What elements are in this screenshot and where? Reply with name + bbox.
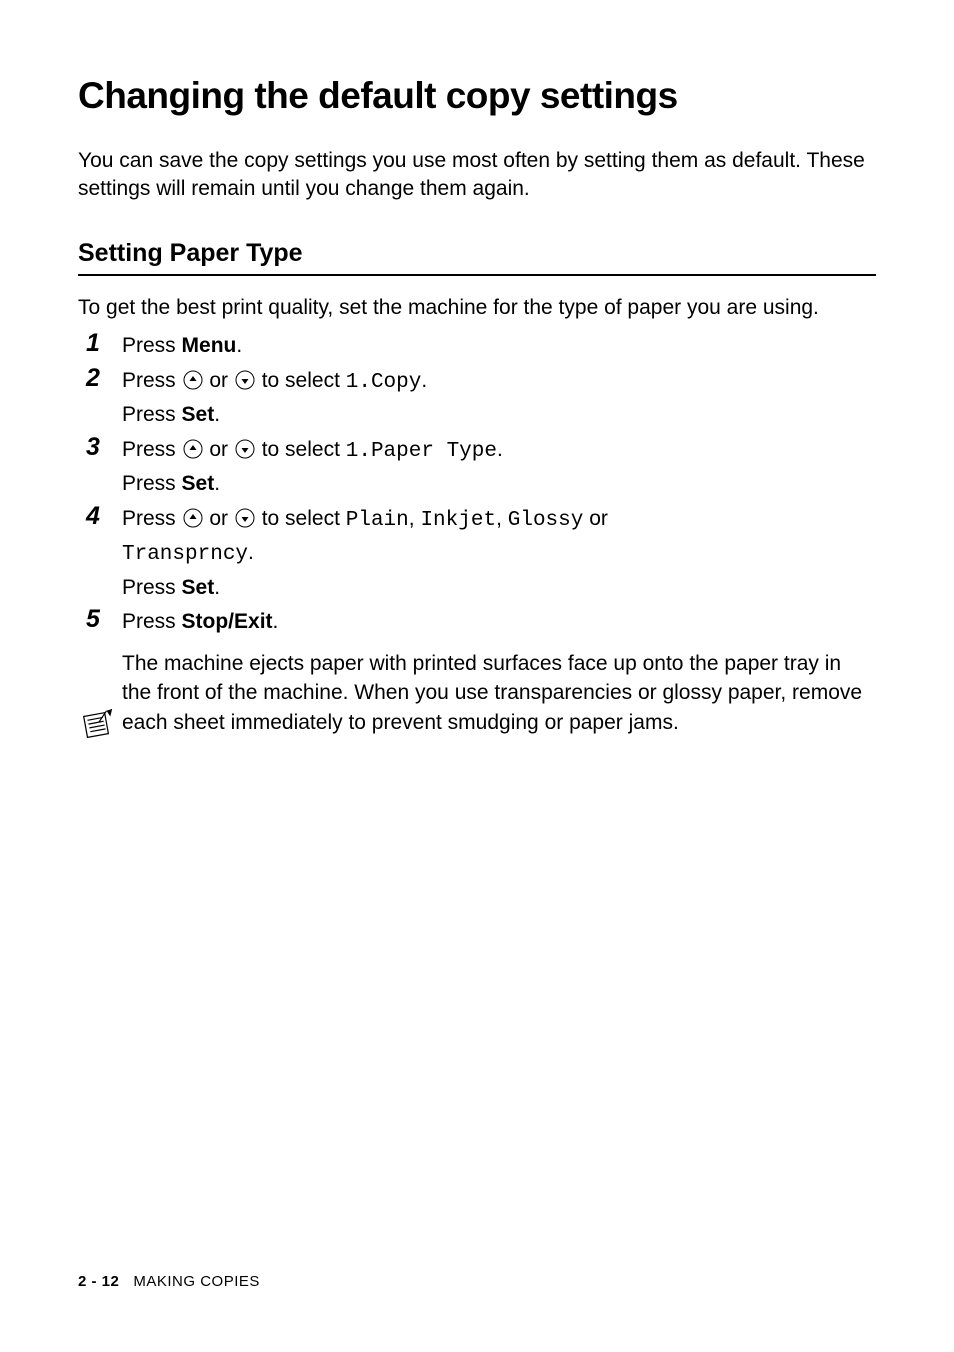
step-body: Press or to select Plain, Inkjet, Glossy…	[122, 503, 608, 605]
text: Press	[122, 438, 182, 461]
text: or	[204, 507, 234, 530]
page-number: 2 - 12	[78, 1273, 119, 1290]
menu-option: Glossy	[508, 509, 584, 532]
down-arrow-icon	[235, 508, 255, 528]
text: Press	[122, 334, 182, 357]
down-arrow-icon	[235, 439, 255, 459]
up-arrow-icon	[183, 439, 203, 459]
text: or	[204, 369, 234, 392]
menu-option: 1.Copy	[346, 371, 422, 394]
up-arrow-icon	[183, 508, 203, 528]
text: to select	[256, 369, 346, 392]
stop-exit-button-label: Stop/Exit	[182, 610, 273, 633]
step-number: 5	[86, 604, 122, 635]
text: ,	[409, 507, 421, 530]
step-1: 1 Press Menu.	[86, 330, 876, 363]
text: .	[214, 576, 220, 599]
text: Press	[122, 610, 182, 633]
menu-option: Plain	[346, 509, 409, 532]
text: to select	[256, 438, 346, 461]
up-arrow-icon	[183, 370, 203, 390]
section-heading: Setting Paper Type	[78, 239, 876, 276]
text: .	[236, 334, 242, 357]
menu-option: 1.Paper Type	[346, 440, 497, 463]
step-number: 1	[86, 328, 122, 359]
page-title: Changing the default copy settings	[78, 75, 876, 117]
set-button-label: Set	[182, 472, 215, 495]
note-text: The machine ejects paper with printed su…	[122, 649, 876, 737]
text: Press	[122, 403, 182, 426]
text: .	[421, 369, 427, 392]
step-5: 5 Press Stop/Exit.	[86, 606, 876, 639]
text: .	[248, 541, 254, 564]
text: .	[497, 438, 503, 461]
page-footer: 2 - 12 MAKING COPIES	[78, 1273, 260, 1290]
text: .	[214, 403, 220, 426]
text: ,	[496, 507, 508, 530]
text: Press	[122, 369, 182, 392]
text: to select	[256, 507, 346, 530]
text: Press	[122, 507, 182, 530]
step-body: Press or to select 1.Copy. Press Set.	[122, 365, 427, 432]
steps-list: 1 Press Menu. 2 Press or to select 1.Cop…	[86, 330, 876, 639]
text: Press	[122, 576, 182, 599]
text: .	[214, 472, 220, 495]
note-block: The machine ejects paper with printed su…	[78, 649, 876, 801]
set-button-label: Set	[182, 403, 215, 426]
step-4: 4 Press or to select Plain, Inkjet, Glos…	[86, 503, 876, 605]
step-body: Press Menu.	[122, 330, 242, 363]
step-number: 2	[86, 363, 122, 394]
text: .	[273, 610, 279, 633]
step-body: Press Stop/Exit.	[122, 606, 278, 639]
menu-option: Transprncy	[122, 543, 248, 566]
footer-section: MAKING COPIES	[133, 1273, 260, 1290]
note-icon	[78, 651, 116, 801]
step-2: 2 Press or to select 1.Copy. Press Set.	[86, 365, 876, 432]
menu-button-label: Menu	[182, 334, 237, 357]
text: Press	[122, 472, 182, 495]
section-intro: To get the best print quality, set the m…	[78, 294, 876, 322]
step-body: Press or to select 1.Paper Type. Press S…	[122, 434, 503, 501]
intro-text: You can save the copy settings you use m…	[78, 147, 876, 204]
down-arrow-icon	[235, 370, 255, 390]
set-button-label: Set	[182, 576, 215, 599]
step-number: 4	[86, 501, 122, 532]
text: or	[583, 507, 608, 530]
menu-option: Inkjet	[420, 509, 496, 532]
text: or	[204, 438, 234, 461]
step-number: 3	[86, 432, 122, 463]
step-3: 3 Press or to select 1.Paper Type. Press…	[86, 434, 876, 501]
